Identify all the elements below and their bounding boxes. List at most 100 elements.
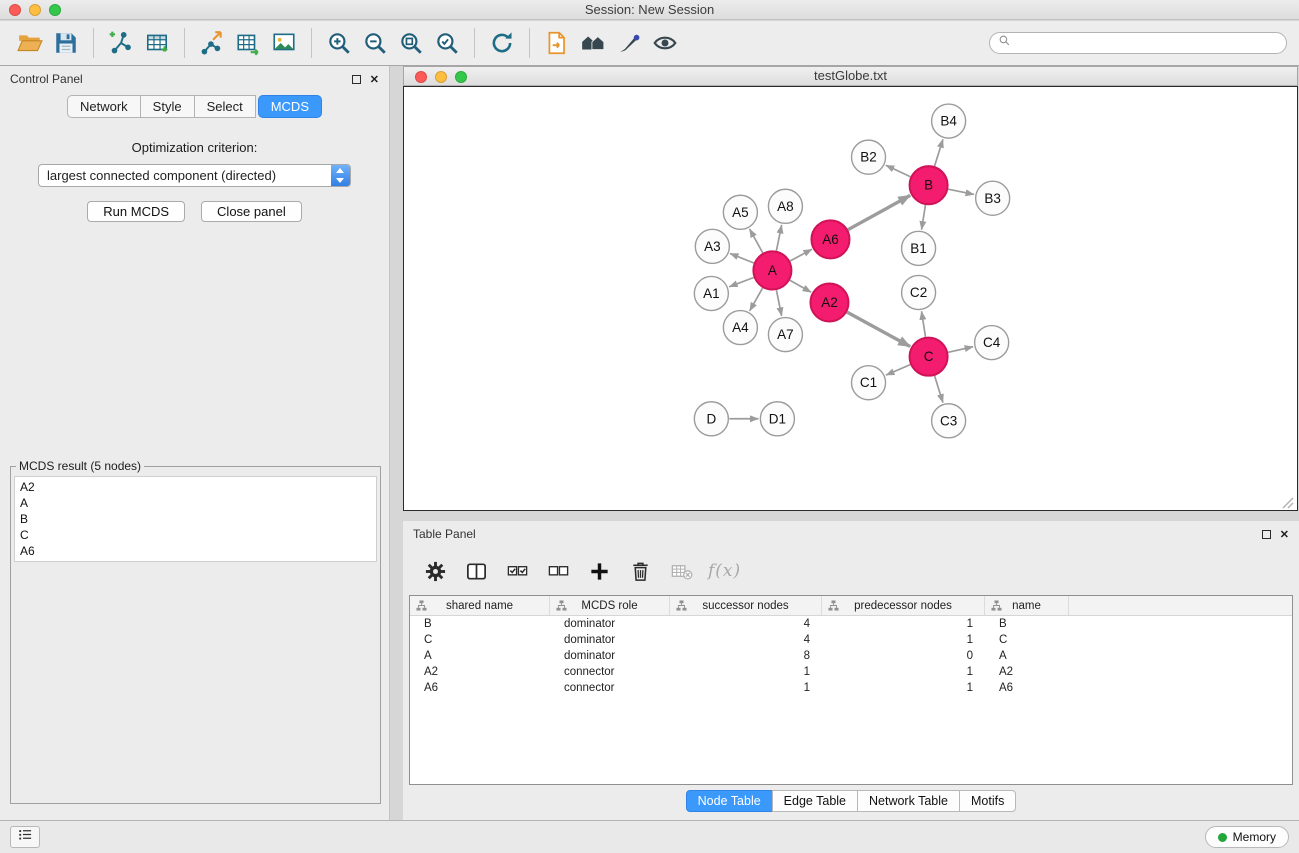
float-table-panel-icon[interactable]	[1262, 530, 1271, 539]
mcds-result-list[interactable]: A2ABCA6	[14, 476, 377, 562]
run-mcds-button[interactable]: Run MCDS	[87, 201, 185, 222]
add-row-icon[interactable]	[585, 557, 613, 585]
criterion-dropdown[interactable]: largest connected component (directed)	[38, 164, 351, 187]
edge-A-A4[interactable]	[750, 288, 763, 311]
table-cell[interactable]: connector	[550, 682, 670, 694]
zoom-window-icon[interactable]	[49, 4, 61, 16]
table-cell[interactable]: A	[410, 650, 550, 662]
delete-row-icon[interactable]	[626, 557, 654, 585]
function-icon[interactable]: f(x)	[708, 557, 741, 585]
minimize-window-icon[interactable]	[29, 4, 41, 16]
edge-A-A1[interactable]	[729, 278, 754, 287]
tab-node-table[interactable]: Node Table	[686, 790, 773, 812]
table-cell[interactable]: A6	[410, 682, 550, 694]
search-box[interactable]	[989, 32, 1287, 54]
node-B2[interactable]: B2	[852, 140, 886, 174]
task-history-button[interactable]	[10, 826, 40, 848]
edge-B-B1[interactable]	[922, 205, 926, 230]
column-header-MCDS-role[interactable]: MCDS role	[550, 596, 670, 615]
node-C1[interactable]: C1	[852, 366, 886, 400]
style-brush-icon[interactable]	[611, 26, 647, 60]
table-cell[interactable]: dominator	[550, 618, 670, 630]
deselect-all-icon[interactable]	[544, 557, 572, 585]
node-B4[interactable]: B4	[932, 104, 966, 138]
table-cell[interactable]: 1	[670, 666, 822, 678]
edge-A-A7[interactable]	[776, 290, 781, 316]
node-A2[interactable]: A2	[810, 283, 848, 321]
float-panel-icon[interactable]	[352, 75, 361, 84]
edge-A2-C[interactable]	[847, 312, 910, 346]
import-table-icon[interactable]	[139, 26, 175, 60]
table-cell[interactable]: 1	[822, 682, 985, 694]
column-header-shared-name[interactable]: shared name	[410, 596, 550, 615]
close-window-icon[interactable]	[9, 4, 21, 16]
edge-B-B2[interactable]	[886, 165, 911, 177]
table-cell[interactable]: A6	[985, 682, 1069, 694]
save-session-icon[interactable]	[48, 26, 84, 60]
open-file-icon[interactable]	[12, 26, 48, 60]
column-header-name[interactable]: name	[985, 596, 1069, 615]
table-row[interactable]: Bdominator41B	[410, 616, 1292, 632]
node-B3[interactable]: B3	[976, 181, 1010, 215]
edge-B-B3[interactable]	[948, 189, 974, 194]
network-window-titlebar[interactable]: testGlobe.txt	[403, 66, 1298, 86]
mcds-result-item[interactable]: A	[20, 495, 371, 511]
table-cell[interactable]: 1	[822, 618, 985, 630]
node-table[interactable]: shared nameMCDS rolesuccessor nodesprede…	[409, 595, 1293, 785]
table-cell[interactable]: dominator	[550, 650, 670, 662]
table-cell[interactable]: A2	[410, 666, 550, 678]
table-cell[interactable]: C	[985, 634, 1069, 646]
zoom-out-icon[interactable]	[357, 26, 393, 60]
columns-icon[interactable]	[462, 557, 490, 585]
node-A8[interactable]: A8	[768, 189, 802, 223]
mcds-result-item[interactable]: A2	[20, 479, 371, 495]
node-C[interactable]: C	[910, 338, 948, 376]
settings-gear-icon[interactable]	[421, 557, 449, 585]
edge-B-B4[interactable]	[935, 139, 943, 166]
node-C2[interactable]: C2	[902, 275, 936, 309]
node-D1[interactable]: D1	[760, 402, 794, 436]
table-cell[interactable]: C	[410, 634, 550, 646]
tab-style[interactable]: Style	[140, 95, 195, 118]
tab-network-table[interactable]: Network Table	[857, 790, 960, 812]
node-D[interactable]: D	[694, 402, 728, 436]
table-row[interactable]: A6connector11A6	[410, 680, 1292, 696]
close-panel-icon[interactable]	[370, 74, 379, 85]
edge-C-C3[interactable]	[935, 376, 943, 403]
export-table-icon[interactable]	[230, 26, 266, 60]
node-A4[interactable]: A4	[723, 311, 757, 345]
tab-mcds[interactable]: MCDS	[258, 95, 322, 118]
mcds-result-item[interactable]: C	[20, 527, 371, 543]
edge-C-C4[interactable]	[948, 347, 973, 353]
refresh-icon[interactable]	[484, 26, 520, 60]
edge-A-A3[interactable]	[730, 253, 754, 263]
table-cell[interactable]: A2	[985, 666, 1069, 678]
zoom-fit-icon[interactable]	[393, 26, 429, 60]
resize-grip-icon[interactable]	[1283, 498, 1293, 508]
zoom-in-icon[interactable]	[321, 26, 357, 60]
table-cell[interactable]: 1	[822, 634, 985, 646]
node-A3[interactable]: A3	[695, 229, 729, 263]
edge-A-A6[interactable]	[790, 249, 812, 261]
node-C4[interactable]: C4	[975, 326, 1009, 360]
table-cell[interactable]: 4	[670, 618, 822, 630]
network-close-icon[interactable]	[415, 71, 427, 83]
mcds-result-item[interactable]: A6	[20, 543, 371, 559]
table-row[interactable]: Adominator80A	[410, 648, 1292, 664]
node-A1[interactable]: A1	[694, 276, 728, 310]
tab-motifs[interactable]: Motifs	[959, 790, 1016, 812]
delete-table-icon[interactable]	[667, 557, 695, 585]
node-A5[interactable]: A5	[723, 195, 757, 229]
node-A6[interactable]: A6	[811, 220, 849, 258]
tab-select[interactable]: Select	[194, 95, 256, 118]
tab-network[interactable]: Network	[67, 95, 141, 118]
node-B1[interactable]: B1	[902, 231, 936, 265]
column-header-successor-nodes[interactable]: successor nodes	[670, 596, 822, 615]
edge-A6-B[interactable]	[848, 195, 910, 229]
memory-button[interactable]: Memory	[1205, 826, 1289, 848]
table-cell[interactable]: dominator	[550, 634, 670, 646]
select-all-icon[interactable]	[503, 557, 531, 585]
table-cell[interactable]: B	[985, 618, 1069, 630]
table-cell[interactable]: 0	[822, 650, 985, 662]
node-C3[interactable]: C3	[932, 404, 966, 438]
